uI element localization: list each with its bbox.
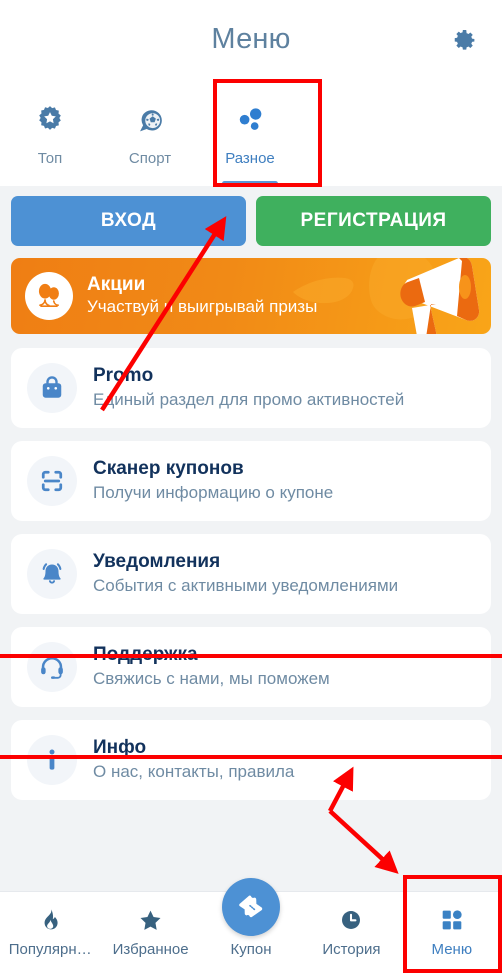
menu-item-subtitle: Свяжись с нами, мы поможем (93, 669, 330, 689)
nav-item-coupon[interactable]: Купон (201, 878, 301, 958)
menu-content: ВХОД РЕГИСТРАЦИЯ Акции Участвуй и выигры… (0, 186, 502, 891)
nav-label: Меню (431, 941, 473, 958)
gear-star-icon (34, 100, 66, 140)
login-button[interactable]: ВХОД (11, 196, 246, 246)
menu-item-subtitle: О нас, контакты, правила (93, 762, 295, 782)
nav-label: Избранное (112, 941, 189, 958)
app-screen: Меню Топ Спорт Разное ВХОД РЕГИСТРАЦИЯ А… (0, 0, 502, 973)
tab-label: Спорт (128, 150, 172, 167)
tab-raznoe[interactable]: Разное (200, 88, 300, 186)
menu-item-subtitle: Получи информацию о купоне (93, 483, 334, 503)
qr-scanner-icon (27, 456, 77, 506)
nav-item-popular[interactable]: Популярн… (0, 906, 100, 958)
banner-title: Акции (87, 273, 146, 295)
grid-icon (439, 906, 465, 934)
nav-item-history[interactable]: История (301, 906, 401, 958)
fire-icon (37, 906, 63, 934)
menu-item-title: Уведомления (93, 550, 221, 572)
shopping-bag-icon (27, 363, 77, 413)
page-title: Меню (211, 22, 291, 55)
nav-label: Купон (230, 941, 272, 958)
bell-icon (27, 549, 77, 599)
coupon-fab-button[interactable] (222, 878, 281, 936)
clock-icon (338, 906, 364, 934)
menu-item-title: Инфо (93, 736, 147, 758)
info-icon (27, 735, 77, 785)
megaphone-icon (293, 258, 480, 334)
tab-sport[interactable]: Спорт (100, 88, 200, 186)
balloons-icon (25, 272, 73, 320)
tab-label: Топ (37, 150, 63, 167)
promo-banner[interactable]: Акции Участвуй и выигрывай призы (11, 258, 491, 334)
tab-top[interactable]: Топ (0, 88, 100, 186)
menu-item-support[interactable]: Поддержка Свяжись с нами, мы поможем (11, 627, 491, 707)
menu-item-info[interactable]: Инфо О нас, контакты, правила (11, 720, 491, 800)
star-icon (137, 906, 164, 934)
tab-active-indicator (222, 181, 278, 186)
bottom-navigation: Популярн… Избранное Купон История Меню (0, 878, 502, 973)
nav-item-favorites[interactable]: Избранное (100, 906, 200, 958)
menu-item-notifications[interactable]: Уведомления События с активными уведомле… (11, 534, 491, 614)
nav-label: Популярн… (8, 941, 92, 958)
menu-item-title: Сканер купонов (93, 457, 244, 479)
menu-item-title: Поддержка (93, 643, 198, 665)
menu-item-coupon-scanner[interactable]: Сканер купонов Получи информацию о купон… (11, 441, 491, 521)
register-button[interactable]: РЕГИСТРАЦИЯ (256, 196, 491, 246)
menu-item-subtitle: События с активными уведомлениями (93, 576, 399, 596)
app-header: Меню (0, 0, 502, 78)
menu-item-title: Promo (93, 364, 154, 386)
nav-label: История (322, 941, 381, 958)
dots-cluster-icon (233, 100, 267, 140)
nav-item-menu[interactable]: Меню (402, 906, 502, 958)
auth-buttons: ВХОД РЕГИСТРАЦИЯ (11, 196, 491, 246)
banner-subtitle: Участвуй и выигрывай призы (87, 297, 318, 317)
gear-icon[interactable] (446, 22, 480, 56)
category-tabs: Топ Спорт Разное (0, 78, 502, 186)
menu-item-promo[interactable]: Promo Единый раздел для промо активносте… (11, 348, 491, 428)
tab-label: Разное (225, 150, 275, 167)
menu-item-subtitle: Единый раздел для промо активностей (93, 390, 405, 410)
ticket-icon (239, 895, 263, 918)
soccer-ball-icon (134, 100, 167, 140)
headset-icon (27, 642, 77, 692)
